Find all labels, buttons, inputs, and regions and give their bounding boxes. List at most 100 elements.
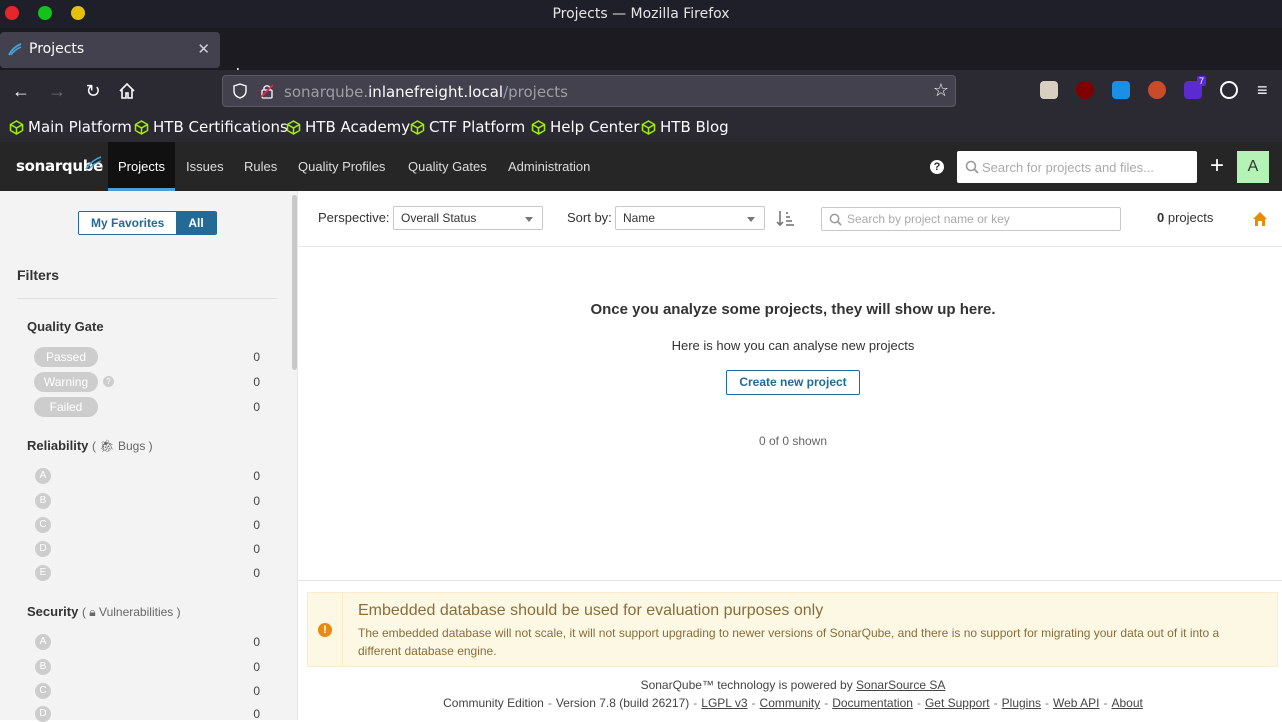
documentation-link[interactable]: Documentation xyxy=(832,696,913,710)
facet-count: 0 xyxy=(253,566,260,580)
rating-b[interactable]: B xyxy=(35,659,51,675)
browser-tab-projects[interactable]: Projects ✕ xyxy=(0,32,220,68)
tab-label: Projects xyxy=(29,41,85,57)
extension-fox-icon[interactable] xyxy=(1148,81,1166,99)
bookmark-ctf-platform[interactable]: CTF Platform xyxy=(410,118,525,136)
project-search-input[interactable] xyxy=(847,211,1112,227)
create-plus-icon[interactable]: + xyxy=(1207,154,1227,178)
htb-cube-icon xyxy=(9,119,24,135)
perspective-select[interactable]: Overall Status xyxy=(393,206,543,230)
community-link[interactable]: Community xyxy=(760,696,821,710)
nav-quality-profiles[interactable]: Quality Profiles xyxy=(288,142,395,191)
rating-c[interactable]: C xyxy=(35,517,51,533)
nav-rules[interactable]: Rules xyxy=(234,142,287,191)
global-search[interactable] xyxy=(957,151,1197,183)
url-bar[interactable]: sonarqube.inlanefreight.local/projects ☆ xyxy=(222,75,956,107)
sonarqube-favicon-icon xyxy=(8,43,22,56)
htb-cube-icon xyxy=(531,119,546,135)
facet-count: 0 xyxy=(253,350,260,364)
facet-count: 0 xyxy=(253,469,260,483)
tab-strip: Projects ✕ + xyxy=(0,28,1282,84)
edition-text: Community Edition xyxy=(443,696,544,710)
quality-gate-facet-heading: Quality Gate xyxy=(27,319,104,334)
bookmark-main-platform[interactable]: Main Platform xyxy=(9,118,132,136)
chevron-down-icon xyxy=(525,217,533,222)
favorites-all-toggle: My Favorites All xyxy=(78,211,217,235)
facet-count: 0 xyxy=(253,494,260,508)
plugins-link[interactable]: Plugins xyxy=(1002,696,1041,710)
nav-issues[interactable]: Issues xyxy=(176,142,234,191)
insecure-lock-icon[interactable] xyxy=(259,83,275,99)
footer-powered-by: SonarQube™ technology is powered by Sona… xyxy=(640,678,946,692)
back-icon[interactable]: ← xyxy=(10,80,32,102)
facet-failed[interactable]: Failed xyxy=(34,397,98,417)
account-icon[interactable] xyxy=(1220,81,1238,99)
facet-count: 0 xyxy=(253,707,260,721)
nav-quality-gates[interactable]: Quality Gates xyxy=(398,142,497,191)
facet-count: 0 xyxy=(253,660,260,674)
home-icon[interactable] xyxy=(118,82,136,100)
get-support-link[interactable]: Get Support xyxy=(925,696,990,710)
footer-links: Community Edition - Version 7.8 (build 262… xyxy=(443,696,1143,710)
sidebar-scrollbar[interactable] xyxy=(292,195,297,370)
extension-badge-icon[interactable]: 7 xyxy=(1184,76,1206,99)
bookmark-help-center[interactable]: Help Center xyxy=(531,118,639,136)
warning-icon: ! xyxy=(318,623,332,637)
facet-passed[interactable]: Passed xyxy=(34,347,98,367)
perspective-label: Perspective: xyxy=(318,210,390,225)
sonarsource-link[interactable]: SonarSource SA xyxy=(856,678,945,692)
tracking-protection-shield-icon[interactable] xyxy=(232,83,248,99)
bookmarks-toolbar: Main Platform HTB Certifications HTB Aca… xyxy=(0,112,1282,142)
forward-icon[interactable]: → xyxy=(46,80,68,102)
facet-count: 0 xyxy=(253,518,260,532)
rating-c[interactable]: C xyxy=(35,683,51,699)
rating-a[interactable]: A xyxy=(35,468,51,484)
extension-icon-1[interactable] xyxy=(1040,81,1058,99)
bookmark-htb-academy[interactable]: HTB Academy xyxy=(286,118,410,136)
project-search[interactable] xyxy=(821,207,1121,231)
sort-select[interactable]: Name xyxy=(615,206,765,230)
hamburger-menu-icon[interactable]: ≡ xyxy=(1257,80,1268,101)
facet-count: 0 xyxy=(253,542,260,556)
web-api-link[interactable]: Web API xyxy=(1053,696,1099,710)
nav-projects[interactable]: Projects xyxy=(108,142,175,191)
create-new-project-button[interactable]: Create new project xyxy=(726,370,860,395)
ublock-origin-icon[interactable] xyxy=(1076,81,1094,99)
empty-state-heading: Once you analyze some projects, they wil… xyxy=(590,301,996,318)
htb-cube-icon xyxy=(641,119,656,135)
rating-e[interactable]: E xyxy=(35,565,51,581)
facet-warning[interactable]: Warning xyxy=(34,372,98,392)
close-tab-icon[interactable]: ✕ xyxy=(197,40,210,58)
about-link[interactable]: About xyxy=(1112,696,1143,710)
facet-count: 0 xyxy=(253,684,260,698)
filters-divider xyxy=(17,298,277,299)
my-favorites-button[interactable]: My Favorites xyxy=(79,212,177,234)
bug-icon: 🐞︎ xyxy=(99,439,115,453)
help-question-icon[interactable]: ? xyxy=(103,376,114,387)
window-titlebar: Projects — Mozilla Firefox xyxy=(0,0,1282,28)
filters-heading: Filters xyxy=(17,267,60,283)
bookmark-htb-blog[interactable]: HTB Blog xyxy=(641,118,729,136)
reload-icon[interactable]: ↻ xyxy=(82,80,104,102)
alert-body: The embedded database will not scale, it… xyxy=(358,626,1220,658)
rating-a[interactable]: A xyxy=(35,634,51,650)
project-count: 0 projects xyxy=(1157,210,1214,225)
user-avatar[interactable]: A xyxy=(1237,151,1269,183)
url-text: sonarqube.inlanefreight.local/projects xyxy=(284,83,568,101)
bookmark-star-icon[interactable]: ☆ xyxy=(933,80,949,101)
all-projects-button[interactable]: All xyxy=(176,212,216,234)
extension-s-icon[interactable] xyxy=(1112,81,1130,99)
set-homepage-icon[interactable] xyxy=(1252,211,1268,227)
nav-administration[interactable]: Administration xyxy=(498,142,600,191)
chevron-down-icon xyxy=(747,217,755,222)
rating-d[interactable]: D xyxy=(35,541,51,557)
alert-title: Embedded database should be used for eva… xyxy=(358,602,824,619)
shown-count: 0 of 0 shown xyxy=(758,434,828,448)
rating-b[interactable]: B xyxy=(35,493,51,509)
htb-cube-icon xyxy=(286,119,301,135)
license-link[interactable]: LGPL v3 xyxy=(701,696,747,710)
bookmark-htb-certifications[interactable]: HTB Certifications xyxy=(134,118,288,136)
help-icon[interactable]: ? xyxy=(930,160,944,174)
global-search-input[interactable] xyxy=(982,157,1187,177)
sort-direction-icon[interactable] xyxy=(775,208,795,228)
